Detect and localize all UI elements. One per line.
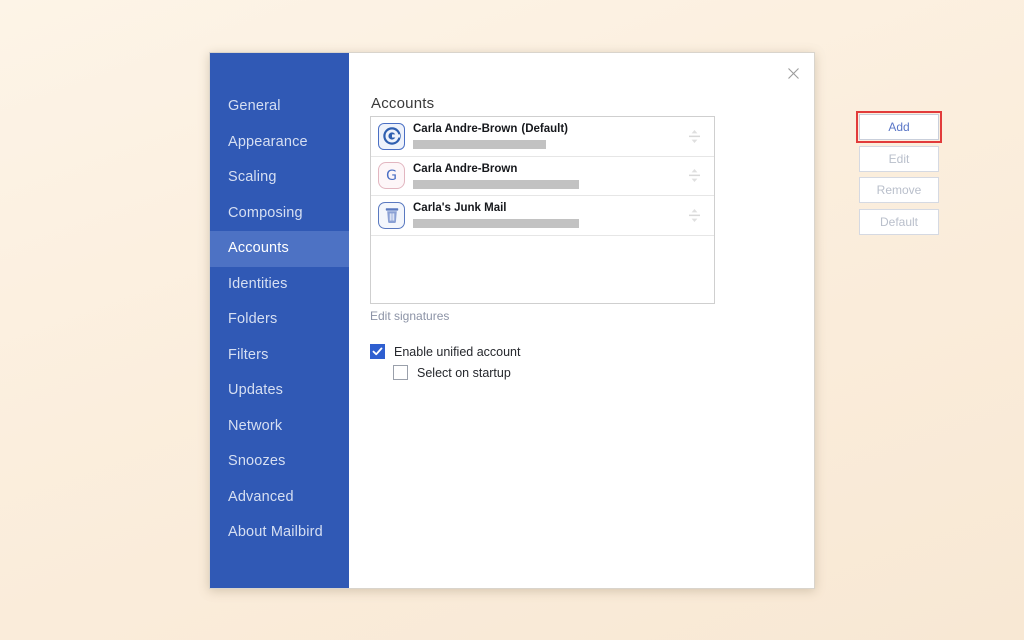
account-text: Carla Andre-Brown [413, 163, 683, 189]
account-row[interactable]: Carla Andre-Brown (Default) [371, 117, 714, 157]
sidebar-item-advanced[interactable]: Advanced [210, 480, 349, 516]
account-name-text: Carla's Junk Mail [413, 202, 507, 215]
account-name: Carla Andre-Brown [413, 163, 683, 176]
default-button: Default [859, 208, 939, 235]
account-name: Carla Andre-Brown (Default) [413, 123, 683, 136]
settings-sidebar: General Appearance Scaling Composing Account… [210, 53, 349, 588]
sidebar-item-label: Appearance [228, 133, 308, 150]
sidebar-item-label: Scaling [228, 169, 277, 185]
account-name-text: Carla Andre-Brown [413, 123, 518, 136]
select-on-startup-checkbox-row[interactable]: Select on startup [393, 365, 511, 380]
sidebar-item-label: General [228, 98, 281, 114]
account-name: Carla's Junk Mail [413, 202, 683, 215]
reorder-handle-icon[interactable] [683, 208, 705, 223]
settings-dialog: General Appearance Scaling Composing Account… [209, 52, 942, 589]
default-badge: (Default) [521, 123, 569, 136]
sidebar-item-label: Advanced [228, 488, 294, 505]
edit-button-label: Edit [888, 151, 910, 166]
sidebar-item-label: Updates [228, 382, 284, 398]
sidebar-item-general[interactable]: General [210, 89, 349, 125]
accounts-list: Carla Andre-Brown (Default) G Carla Andre-B… [370, 116, 715, 304]
enable-unified-account-checkbox[interactable] [370, 344, 385, 359]
outlook-icon [378, 122, 405, 150]
remove-button-label: Remove [876, 183, 922, 197]
google-icon: G [378, 162, 405, 190]
sidebar-item-label: About Mailbird [228, 524, 323, 540]
enable-unified-account-checkbox-row[interactable]: Enable unified account [370, 344, 520, 359]
account-name-text: Carla Andre-Brown [413, 162, 518, 175]
close-icon[interactable] [780, 61, 806, 85]
reorder-handle-icon[interactable] [683, 168, 705, 183]
sidebar-item-label: Snoozes [228, 453, 286, 469]
select-on-startup-label: Select on startup [417, 365, 511, 380]
settings-content-pane: Accounts Carla Andre-Brown (Default) G Carl… [349, 53, 942, 588]
account-email-redacted [413, 140, 546, 150]
reorder-handle-icon[interactable] [683, 129, 705, 144]
trash-icon [378, 201, 405, 229]
sidebar-item-label: Identities [228, 275, 288, 292]
sidebar-item-network[interactable]: Network [210, 409, 349, 445]
account-row[interactable]: G Carla Andre-Brown [371, 157, 714, 196]
add-button-label: Add [888, 120, 910, 134]
select-on-startup-checkbox[interactable] [393, 365, 408, 380]
account-row[interactable]: Carla's Junk Mail [371, 196, 714, 236]
page-title: Accounts [371, 95, 435, 112]
sidebar-item-label: Filters [228, 346, 269, 363]
account-text: Carla Andre-Brown (Default) [413, 123, 683, 150]
account-email-redacted [413, 179, 579, 189]
sidebar-item-label: Composing [228, 204, 303, 221]
account-email-redacted [413, 219, 579, 229]
sidebar-item-identities[interactable]: Identities [210, 267, 349, 303]
remove-button: Remove [859, 177, 939, 203]
sidebar-item-composing[interactable]: Composing [210, 196, 349, 232]
enable-unified-account-label: Enable unified account [394, 344, 521, 359]
sidebar-item-label: Network [228, 417, 283, 434]
sidebar-item-updates[interactable]: Updates [210, 373, 349, 409]
sidebar-item-appearance[interactable]: Appearance [210, 125, 349, 161]
sidebar-item-label: Accounts [228, 240, 289, 256]
sidebar-item-about-mailbird[interactable]: About Mailbird [210, 515, 349, 551]
sidebar-item-label: Folders [228, 311, 278, 327]
sidebar-item-accounts[interactable]: Accounts [210, 231, 349, 267]
sidebar-item-folders[interactable]: Folders [210, 302, 349, 338]
account-text: Carla's Junk Mail [413, 202, 683, 229]
sidebar-item-filters[interactable]: Filters [210, 338, 349, 374]
sidebar-item-scaling[interactable]: Scaling [210, 160, 349, 196]
edit-signatures-link[interactable]: Edit signatures [370, 309, 449, 323]
account-action-buttons: Add Edit Remove Default [856, 111, 942, 240]
edit-button: Edit [859, 145, 939, 172]
add-button[interactable]: Add [859, 114, 939, 140]
sidebar-item-snoozes[interactable]: Snoozes [210, 444, 349, 480]
default-button-label: Default [879, 214, 919, 229]
